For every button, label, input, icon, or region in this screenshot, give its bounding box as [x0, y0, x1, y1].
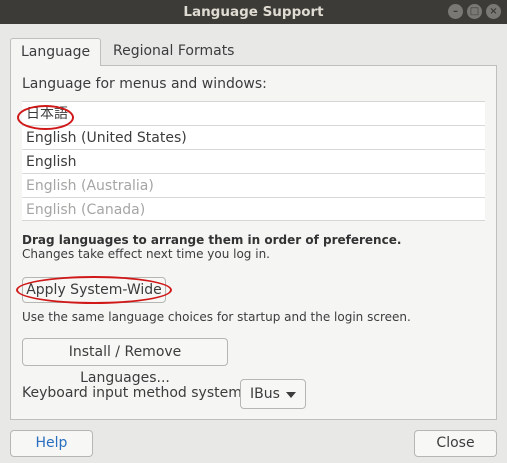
minimize-icon[interactable]: –: [448, 4, 463, 19]
drag-hint: Drag languages to arrange them in order …: [22, 233, 402, 247]
logout-hint: Changes take effect next time you log in…: [22, 247, 270, 261]
install-remove-languages-button[interactable]: Install / Remove Languages...: [22, 338, 228, 386]
apply-note: Use the same language choices for startu…: [22, 310, 411, 324]
list-item[interactable]: English: [22, 150, 485, 174]
language-list[interactable]: 日本語 English (United States) English Engl…: [22, 101, 485, 221]
keyboard-input-value: IBus: [250, 386, 280, 402]
maximize-icon[interactable]: □: [467, 4, 482, 19]
list-item[interactable]: English (Canada): [22, 198, 485, 220]
apply-system-wide-button[interactable]: Apply System-Wide: [22, 277, 166, 303]
list-item[interactable]: English (United States): [22, 126, 485, 150]
tab-regional-formats[interactable]: Regional Formats: [103, 38, 244, 64]
close-button[interactable]: Close: [414, 430, 497, 457]
help-button[interactable]: Help: [10, 430, 93, 457]
keyboard-input-select[interactable]: IBus: [240, 379, 306, 409]
window-title: Language Support: [183, 4, 324, 20]
close-icon[interactable]: ×: [486, 4, 501, 19]
language-list-heading: Language for menus and windows:: [22, 76, 267, 92]
title-bar: Language Support – □ ×: [0, 0, 507, 24]
list-item[interactable]: 日本語: [22, 102, 485, 126]
list-item[interactable]: English (Australia): [22, 174, 485, 198]
tab-language[interactable]: Language: [10, 38, 102, 66]
keyboard-input-label: Keyboard input method system:: [22, 385, 247, 401]
chevron-down-icon: [286, 392, 296, 398]
